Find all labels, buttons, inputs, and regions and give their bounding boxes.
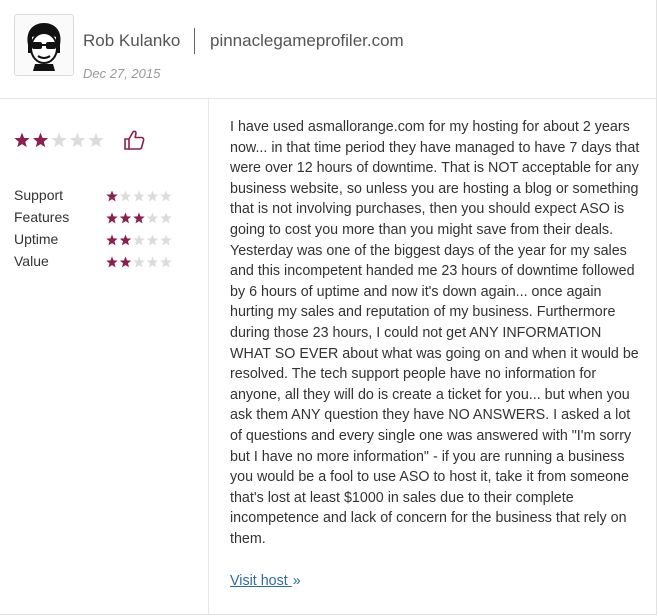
sunglasses-face-icon	[27, 23, 61, 71]
star-empty-icon	[160, 190, 172, 202]
star-empty-icon	[133, 256, 145, 268]
star-rating-icons	[106, 256, 172, 268]
ratings-panel: Support Features Uptime Value	[0, 99, 209, 614]
star-empty-icon	[133, 234, 145, 246]
rating-stars	[106, 211, 172, 227]
star-empty-icon	[146, 190, 159, 202]
star-filled-icon	[133, 212, 145, 224]
star-empty-icon	[146, 256, 159, 268]
star-empty-icon	[133, 190, 145, 202]
reviewer-name[interactable]: Rob Kulanko	[83, 31, 180, 51]
star-rating-icons	[106, 190, 172, 202]
reviewer-site[interactable]: pinnaclegameprofiler.com	[210, 31, 404, 51]
rating-stars	[106, 255, 172, 271]
review-date: Dec 27, 2015	[83, 66, 161, 81]
star-rating-icons	[106, 212, 172, 224]
star-filled-icon	[119, 212, 132, 224]
star-empty-icon	[69, 132, 86, 148]
visit-host-link[interactable]: Visit host »	[230, 573, 301, 589]
star-empty-icon	[146, 212, 159, 224]
star-rating-icons	[106, 234, 172, 246]
review-text: I have used asmallorange.com for my host…	[230, 119, 640, 547]
thumbs-up-icon[interactable]	[123, 130, 145, 150]
rating-label: Features	[14, 209, 70, 225]
visit-host-label: Visit host	[230, 573, 288, 589]
star-filled-icon	[106, 234, 118, 246]
star-rating-icons	[14, 132, 104, 148]
star-filled-icon	[119, 256, 132, 268]
rating-stars	[106, 189, 172, 205]
star-empty-icon	[51, 132, 67, 148]
overall-rating-stars	[14, 132, 104, 153]
star-filled-icon	[14, 132, 30, 148]
rating-label: Value	[14, 253, 49, 269]
review-card: Rob Kulanko pinnaclegameprofiler.com Dec…	[0, 0, 657, 615]
star-empty-icon	[88, 132, 104, 148]
star-filled-icon	[32, 132, 49, 148]
star-filled-icon	[106, 256, 118, 268]
star-filled-icon	[106, 212, 118, 224]
star-filled-icon	[106, 190, 118, 202]
star-empty-icon	[119, 190, 132, 202]
star-empty-icon	[160, 212, 172, 224]
avatar	[14, 14, 74, 76]
rating-label: Support	[14, 187, 64, 203]
star-filled-icon	[119, 234, 132, 246]
rating-stars	[106, 233, 172, 249]
star-empty-icon	[146, 234, 159, 246]
review-header: Rob Kulanko pinnaclegameprofiler.com Dec…	[0, 0, 656, 99]
star-empty-icon	[160, 256, 172, 268]
header-divider	[194, 28, 195, 54]
star-empty-icon	[160, 234, 172, 246]
rating-label: Uptime	[14, 231, 59, 247]
chevron-right-icon: »	[292, 573, 301, 589]
